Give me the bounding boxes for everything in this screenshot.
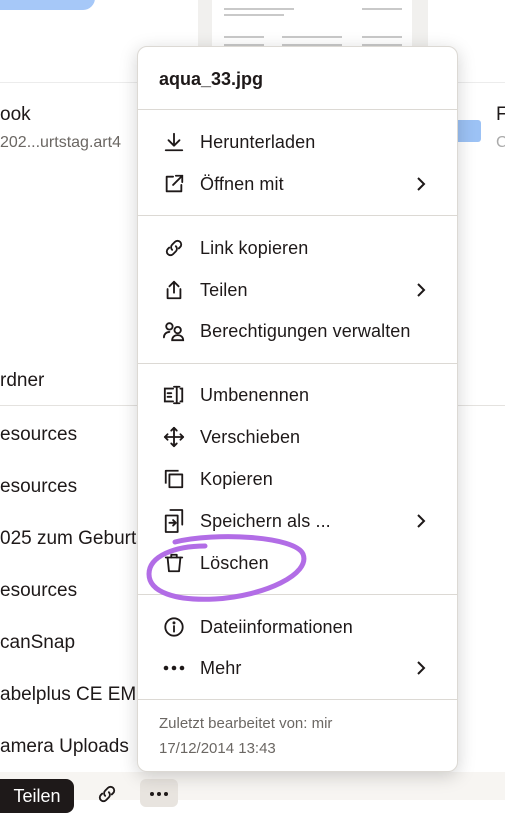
chevron-right-icon [415,176,427,192]
menu-item-file-info[interactable]: Dateiinformationen [138,607,457,647]
list-item[interactable]: esources [0,476,77,498]
chevron-right-icon [415,660,427,676]
menu-item-share[interactable]: Teilen [138,270,457,310]
menu-item-label: Speichern als ... [200,510,331,531]
last-modified-by: Zuletzt bearbeitet von: mir [159,715,333,732]
menu-item-more[interactable]: Mehr [138,648,457,688]
context-menu: aqua_33.jpg Herunterladen Öffnen mit Lin… [137,46,458,772]
grid-item-title[interactable]: F [496,104,505,126]
permissions-icon [162,319,186,343]
menu-title: aqua_33.jpg [159,69,264,89]
list-item[interactable]: canSnap [0,632,75,654]
menu-item-label: Verschieben [200,426,301,447]
menu-item-label: Teilen [200,279,248,300]
chevron-right-icon [415,282,427,298]
menu-item-manage-permissions[interactable]: Berechtigungen verwalten [138,311,457,351]
link-icon [162,236,186,260]
menu-item-label: Umbenennen [200,384,310,405]
menu-item-label: Öffnen mit [200,173,284,194]
menu-item-label: Mehr [200,657,242,678]
rename-icon [162,383,186,407]
menu-item-label: Dateiinformationen [200,616,353,637]
more-button[interactable] [140,779,178,807]
annotation-circle [146,534,307,602]
grid-item-subtitle: 202...urtstag.art4 [0,134,121,151]
menu-item-move[interactable]: Verschieben [138,417,457,457]
move-icon [162,425,186,449]
grid-item-title[interactable]: ook [0,104,31,126]
menu-item-copy-link[interactable]: Link kopieren [138,228,457,268]
menu-item-download[interactable]: Herunterladen [138,122,457,162]
menu-item-label: Berechtigungen verwalten [200,320,411,341]
copy-icon [162,467,186,491]
list-item[interactable]: esources [0,580,77,602]
save-as-icon [162,509,186,533]
chevron-right-icon [415,513,427,529]
menu-item-label: Herunterladen [200,131,316,152]
info-icon [162,615,186,639]
menu-divider [138,363,457,364]
last-modified-date: 17/12/2014 13:43 [159,740,276,757]
menu-divider [138,699,457,700]
folder-icon [455,120,481,142]
menu-item-open-with[interactable]: Öffnen mit [138,164,457,204]
list-item[interactable]: 025 zum Geburts [0,528,146,550]
link-icon[interactable] [96,783,118,805]
menu-item-label: Link kopieren [200,237,309,258]
share-button[interactable]: Teilen [0,779,74,813]
share-icon [162,278,186,302]
open-external-icon [162,172,186,196]
menu-item-label: Kopieren [200,468,273,489]
list-item[interactable]: amera Uploads [0,736,129,758]
list-item[interactable]: esources [0,424,77,446]
menu-divider [138,109,457,110]
download-icon [162,130,186,154]
menu-divider [138,215,457,216]
background-button [0,0,95,10]
bottom-action-bar [0,772,505,800]
menu-item-copy[interactable]: Kopieren [138,459,457,499]
more-icon [162,656,186,680]
menu-item-rename[interactable]: Umbenennen [138,375,457,415]
grid-item-subtitle: C [496,134,505,151]
list-header-name[interactable]: rdner [0,370,44,392]
list-item[interactable]: abelplus CE EMF [0,684,148,706]
